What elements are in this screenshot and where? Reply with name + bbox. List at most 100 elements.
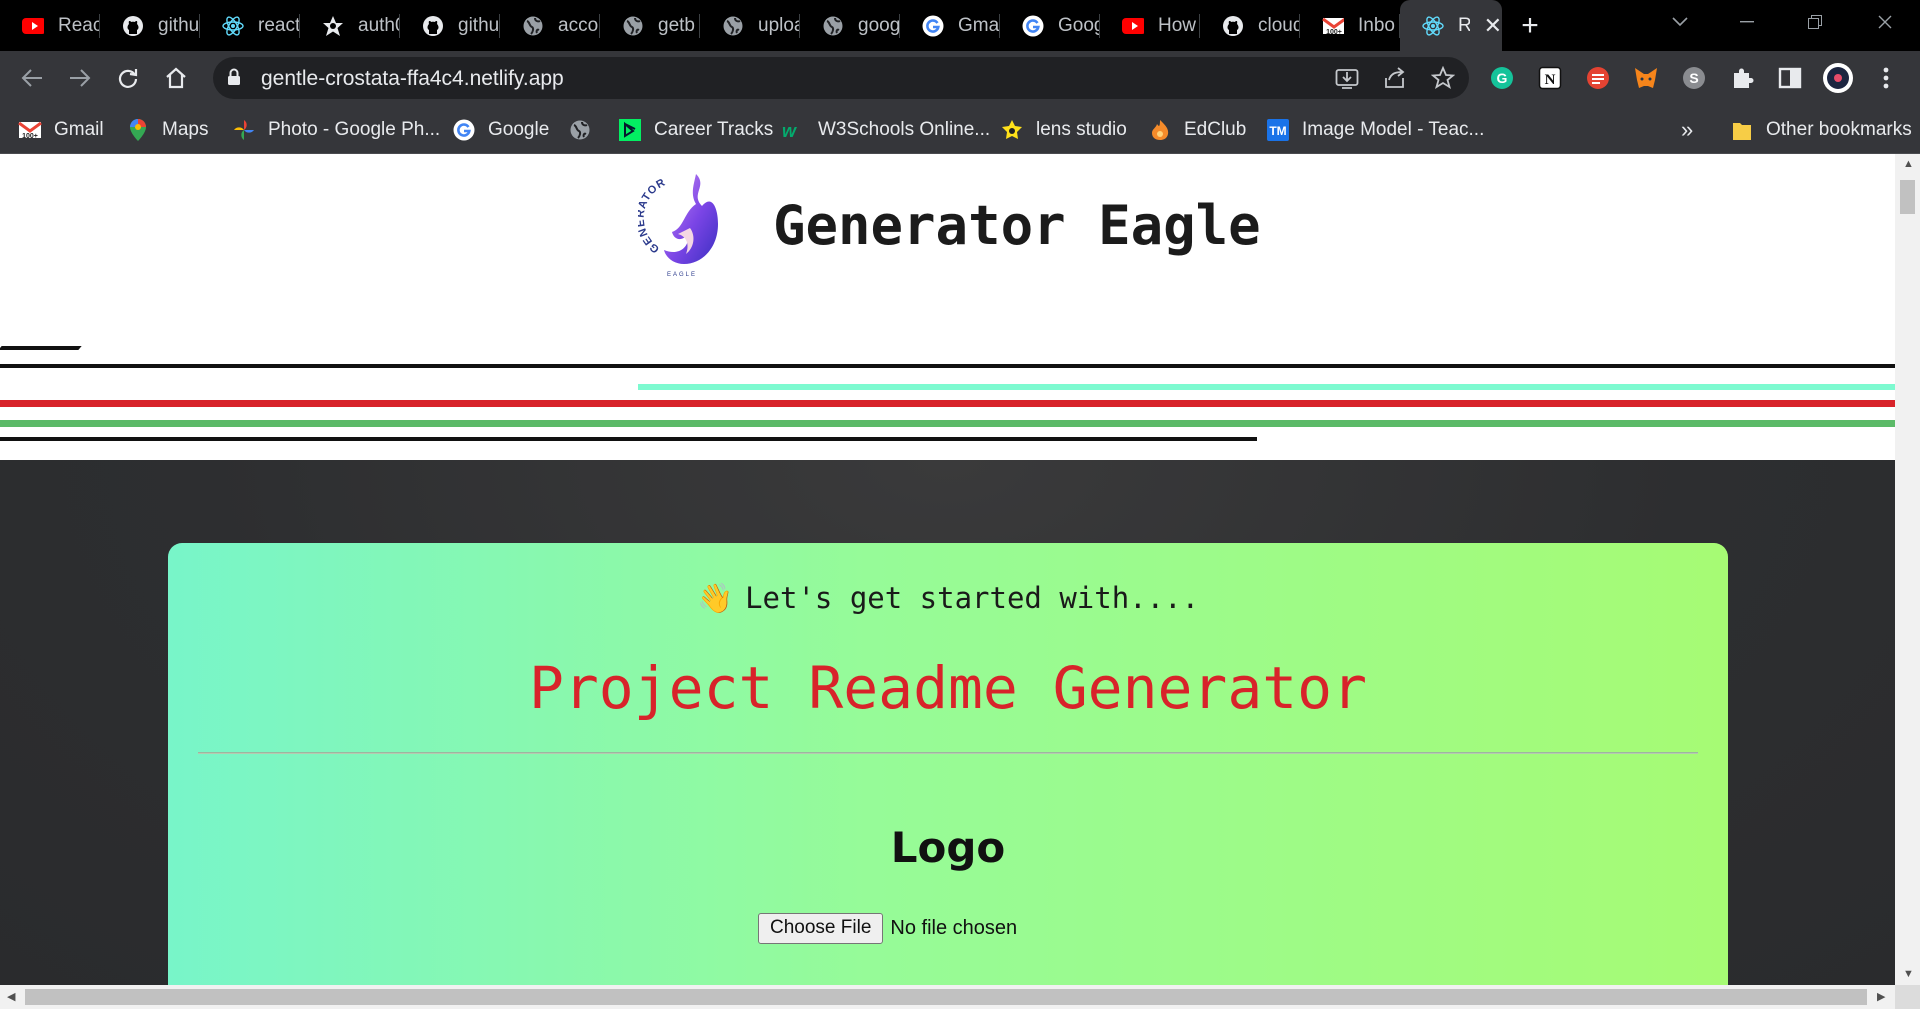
react-icon [1422,15,1444,37]
svg-text:100+: 100+ [1326,29,1342,36]
scroll-left-icon[interactable]: ◀ [7,990,15,1003]
tab-13[interactable]: 100+ Inbo [1300,0,1400,51]
notion-icon[interactable]: N [1532,60,1568,96]
svg-text:w: w [782,121,797,140]
tab-2[interactable]: react [200,0,300,51]
tab-4[interactable]: github [400,0,500,51]
decorative-stripe [0,437,1257,441]
bookmark-google[interactable]: Google [452,116,549,144]
bookmark-lens-studio[interactable]: lens studio [1000,116,1127,144]
bookmark-maps[interactable]: Maps [126,116,208,144]
bookmark-w3schools-online[interactable]: w W3Schools Online... [782,116,990,144]
scrollbar-corner [1895,985,1920,1009]
tab-7[interactable]: upload [700,0,800,51]
logo-file-input[interactable]: Choose File No file chosen [758,912,1017,944]
share-icon[interactable] [1377,60,1413,96]
address-bar[interactable]: gentle-crostata-ffa4c4.netlify.app [213,57,1469,99]
google-icon [452,118,476,142]
logo-section-heading: Logo [890,823,1006,872]
extensions-puzzle-icon[interactable] [1724,60,1760,96]
bookmark-gmail[interactable]: 100+ Gmail [18,116,104,144]
horizontal-scrollbar[interactable]: ◀ ▶ [0,985,1895,1009]
chevron-double-right-icon[interactable]: » [1681,117,1693,143]
tab-label: goog [858,14,900,36]
install-app-icon[interactable] [1329,60,1365,96]
metamask-icon[interactable] [1628,60,1664,96]
bookmark-label: Maps [162,119,209,140]
svg-text:TM: TM [1269,124,1286,138]
bookmark-label: Google [488,119,550,140]
tab-10[interactable]: Goog [1000,0,1100,51]
tab-9[interactable]: Gmai [900,0,1000,51]
datacamp-icon [618,118,642,142]
site-header: GENERATOR EAGLE Generator Eagle [0,154,1895,460]
brand-title: Generator Eagle [773,194,1261,257]
profile-avatar-icon[interactable] [1820,60,1856,96]
close-tab-icon[interactable]: ✕ [1484,13,1502,39]
bookmark-globe[interactable] [568,116,604,144]
tab-strip: React github react auth0 github account getb up… [0,0,1920,51]
url-text[interactable]: gentle-crostata-ffa4c4.netlify.app [261,67,564,91]
scroll-right-icon[interactable]: ▶ [1877,990,1885,1003]
bookmark-edclub[interactable]: EdClub [1148,116,1246,144]
tab-label: auth0 [358,14,400,36]
bookmark-image-model-teac[interactable]: TM Image Model - Teac... [1266,116,1484,144]
toolbar: gentle-crostata-ffa4c4.netlify.app G N S [0,51,1920,106]
intro-text: 👋 Let's get started with.... [168,581,1728,616]
grammarly-icon[interactable]: G [1484,60,1520,96]
choose-file-button[interactable]: Choose File [758,912,884,944]
page-viewport: GENERATOR EAGLE Generator Eagle 👋 Let's g… [0,154,1895,985]
forward-button[interactable] [62,60,98,96]
restore-button[interactable] [1780,0,1850,44]
page-title: Project Readme Generator [528,654,1368,722]
scroll-down-icon[interactable]: ▼ [1903,968,1914,980]
new-tab-button[interactable]: + [1502,0,1558,51]
tab-active[interactable]: R ✕ [1400,0,1502,51]
tab-8[interactable]: goog [800,0,900,51]
tab-6[interactable]: getb [600,0,700,51]
chrome-menu-icon[interactable] [1868,60,1904,96]
tab-label: account [558,14,600,36]
globe-icon [822,15,844,37]
horizontal-scroll-thumb[interactable] [25,989,1867,1005]
youtube-icon [22,15,44,37]
tab-label: Goog [1058,14,1100,36]
w3schools-icon: w [782,118,806,142]
vertical-scroll-thumb[interactable] [1900,180,1915,214]
other-bookmarks-folder[interactable]: Other bookmarks [1730,116,1912,144]
vertical-scrollbar[interactable]: ▲ ▼ [1895,154,1920,985]
scroll-up-icon[interactable]: ▲ [1903,158,1914,170]
close-window-button[interactable] [1850,0,1920,44]
tab-11[interactable]: How [1100,0,1200,51]
home-button[interactable] [158,60,194,96]
globe-icon [722,15,744,37]
side-panel-icon[interactable] [1772,60,1808,96]
tab-1[interactable]: github [100,0,200,51]
lock-icon[interactable] [227,68,241,91]
todoist-icon[interactable] [1580,60,1616,96]
tab-0[interactable]: React [0,0,100,51]
bookmark-career-tracks[interactable]: Career Tracks [618,116,773,144]
tab-5[interactable]: account [500,0,600,51]
tab-label: cloud [1258,14,1300,36]
bookmarks-overflow-button[interactable]: » [1681,116,1693,144]
tab-label: How [1158,14,1197,36]
tab-label: getb [658,14,695,36]
other-bookmarks-label: Other bookmarks [1766,119,1912,140]
tab-label: react [258,14,300,36]
bookmark-star-icon[interactable] [1425,60,1461,96]
bookmark-photo-google-ph[interactable]: Photo - Google Ph... [232,116,440,144]
tab-search-icon[interactable] [1645,0,1715,44]
svg-text:100+: 100+ [22,133,38,140]
back-button[interactable] [14,60,50,96]
reload-button[interactable] [110,60,146,96]
extension-icon[interactable]: S [1676,60,1712,96]
decorative-stripe [0,420,1895,427]
decorative-stripe [0,346,82,350]
tab-12[interactable]: cloud [1200,0,1300,51]
minimize-button[interactable] [1712,0,1782,44]
google-icon [922,15,944,37]
tab-3[interactable]: auth0 [300,0,400,51]
svg-text:N: N [1545,72,1556,88]
waving-hand-icon: 👋 [696,581,734,615]
